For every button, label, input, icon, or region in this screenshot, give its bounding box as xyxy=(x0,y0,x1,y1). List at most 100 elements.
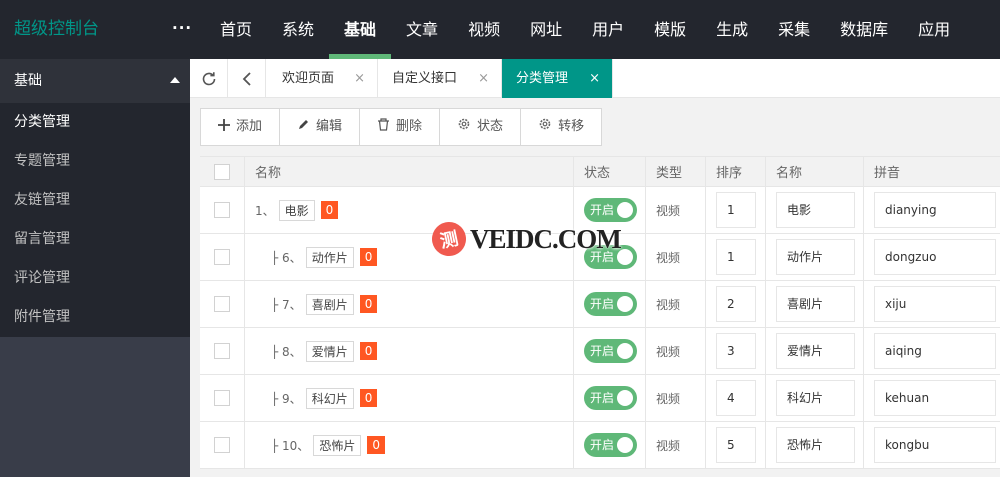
top-nav-item-generate[interactable]: 生成 xyxy=(701,0,763,59)
pinyin-input[interactable]: xiju xyxy=(874,286,996,322)
order-input[interactable]: 1 xyxy=(716,192,756,228)
table-header-row: 名称 状态 类型 排序 名称 拼音 xyxy=(200,156,1000,187)
sidebar-item-attachments[interactable]: 附件管理 xyxy=(0,298,190,337)
name-input[interactable]: 喜剧片 xyxy=(776,286,855,322)
sidebar-group-title: 基础 xyxy=(14,73,42,89)
app-logo[interactable]: 超级控制台 xyxy=(14,0,99,59)
top-nav-item-basic[interactable]: 基础 xyxy=(329,0,392,59)
name-input[interactable]: 恐怖片 xyxy=(776,427,855,463)
pinyin-input[interactable]: kongbu xyxy=(874,427,996,463)
more-menu-button[interactable]: ··· xyxy=(172,0,192,59)
refresh-icon[interactable] xyxy=(190,59,228,98)
top-nav-item-database[interactable]: 数据库 xyxy=(825,0,903,59)
row-checkbox[interactable] xyxy=(214,437,230,453)
sidebar-item-category[interactable]: 分类管理 xyxy=(0,103,190,142)
tab-label: 欢迎页面 xyxy=(282,71,335,86)
status-toggle[interactable]: 开启 xyxy=(584,339,637,363)
name-input[interactable]: 爱情片 xyxy=(776,333,855,369)
category-name-tag[interactable]: 科幻片 xyxy=(305,387,354,409)
status-toggle-label: 开启 xyxy=(590,297,615,311)
select-all-checkbox[interactable] xyxy=(214,163,230,180)
move-button[interactable]: 转移 xyxy=(521,109,601,145)
status-toggle[interactable]: 开启 xyxy=(584,433,637,457)
sidebar-menu: 分类管理 专题管理 友链管理 留言管理 评论管理 附件管理 xyxy=(0,103,190,337)
top-nav-item-video[interactable]: 视频 xyxy=(453,0,515,59)
category-name-tag[interactable]: 喜剧片 xyxy=(305,293,354,315)
column-header-name: 名称 xyxy=(245,157,574,186)
row-checkbox[interactable] xyxy=(214,390,230,406)
top-nav-item-system[interactable]: 系统 xyxy=(267,0,329,59)
tab-welcome[interactable]: 欢迎页面 × xyxy=(268,59,378,98)
sidebar-item-links[interactable]: 友链管理 xyxy=(0,181,190,220)
table-row: ├ 8、 爱情片 0 开启 视频 3 爱情片 aiqing xyxy=(200,328,1000,375)
pinyin-input[interactable]: aiqing xyxy=(874,333,996,369)
order-input[interactable]: 3 xyxy=(716,333,756,369)
tab-custom-api[interactable]: 自定义接口 × xyxy=(378,59,502,98)
category-name-tag[interactable]: 电影 xyxy=(278,199,315,221)
edit-button-label: 编辑 xyxy=(316,119,343,134)
top-nav-item-collect[interactable]: 采集 xyxy=(763,0,825,59)
type-text: 视频 xyxy=(656,203,681,218)
status-toggle[interactable]: 开启 xyxy=(584,386,637,410)
count-badge: 0 xyxy=(320,201,339,219)
tabs-bar: 欢迎页面 × 自定义接口 × 分类管理 × xyxy=(190,59,1000,98)
pinyin-input[interactable]: dongzuo xyxy=(874,239,996,275)
tab-label: 自定义接口 xyxy=(392,71,458,86)
sidebar-item-topic[interactable]: 专题管理 xyxy=(0,142,190,181)
delete-button[interactable]: 删除 xyxy=(360,109,441,145)
type-text: 视频 xyxy=(656,250,681,265)
name-input[interactable]: 电影 xyxy=(776,192,855,228)
category-name-tag[interactable]: 爱情片 xyxy=(305,340,354,362)
close-icon[interactable]: × xyxy=(478,59,489,98)
status-toggle-label: 开启 xyxy=(590,391,615,405)
order-input[interactable]: 1 xyxy=(716,239,756,275)
order-input[interactable]: 2 xyxy=(716,286,756,322)
top-nav-item-template[interactable]: 模版 xyxy=(639,0,701,59)
toggle-knob xyxy=(617,343,633,359)
tab-category[interactable]: 分类管理 × xyxy=(502,59,613,98)
order-input[interactable]: 4 xyxy=(716,380,756,416)
top-nav: 首页 系统 基础 文章 视频 网址 用户 模版 生成 采集 数据库 应用 xyxy=(205,0,965,59)
column-header-type: 类型 xyxy=(646,157,706,186)
close-icon[interactable]: × xyxy=(589,59,600,98)
top-nav-item-user[interactable]: 用户 xyxy=(577,0,639,59)
toggle-knob xyxy=(617,296,633,312)
top-nav-item-article[interactable]: 文章 xyxy=(391,0,453,59)
row-checkbox[interactable] xyxy=(214,343,230,359)
row-index: ├ 10、 xyxy=(271,438,310,453)
name-input[interactable]: 动作片 xyxy=(776,239,855,275)
status-button[interactable]: 状态 xyxy=(440,109,522,145)
sidebar-item-comments[interactable]: 评论管理 xyxy=(0,259,190,298)
order-input[interactable]: 5 xyxy=(716,427,756,463)
edit-button[interactable]: 编辑 xyxy=(280,109,361,145)
type-text: 视频 xyxy=(656,438,681,453)
pinyin-input[interactable]: kehuan xyxy=(874,380,996,416)
status-toggle[interactable]: 开启 xyxy=(584,198,637,222)
toggle-knob xyxy=(617,437,633,453)
row-checkbox[interactable] xyxy=(214,249,230,265)
top-nav-item-app[interactable]: 应用 xyxy=(903,0,965,59)
table-row: ├ 10、 恐怖片 0 开启 视频 5 恐怖片 kongbu xyxy=(200,422,1000,469)
sidebar-group-header[interactable]: 基础 xyxy=(0,59,190,103)
row-checkbox[interactable] xyxy=(214,296,230,312)
status-toggle[interactable]: 开启 xyxy=(584,292,637,316)
add-button[interactable]: 添加 xyxy=(201,109,281,145)
close-icon[interactable]: × xyxy=(354,59,365,98)
top-nav-item-url[interactable]: 网址 xyxy=(515,0,577,59)
count-badge: 0 xyxy=(359,248,378,266)
sidebar-item-messages[interactable]: 留言管理 xyxy=(0,220,190,259)
category-name-tag[interactable]: 恐怖片 xyxy=(313,434,362,456)
back-arrow-icon[interactable] xyxy=(228,59,266,98)
add-button-label: 添加 xyxy=(236,119,263,134)
row-index: ├ 6、 xyxy=(271,250,302,265)
name-input[interactable]: 科幻片 xyxy=(776,380,855,416)
category-name-tag[interactable]: 动作片 xyxy=(305,246,354,268)
tab-label: 分类管理 xyxy=(516,71,569,86)
pinyin-input[interactable]: dianying xyxy=(874,192,996,228)
plus-icon xyxy=(218,109,230,145)
column-header-order: 排序 xyxy=(706,157,766,186)
pencil-icon xyxy=(297,109,310,145)
watermark-text: VEIDC.COM xyxy=(470,223,622,254)
top-nav-item-home[interactable]: 首页 xyxy=(205,0,267,59)
row-checkbox[interactable] xyxy=(214,202,230,218)
